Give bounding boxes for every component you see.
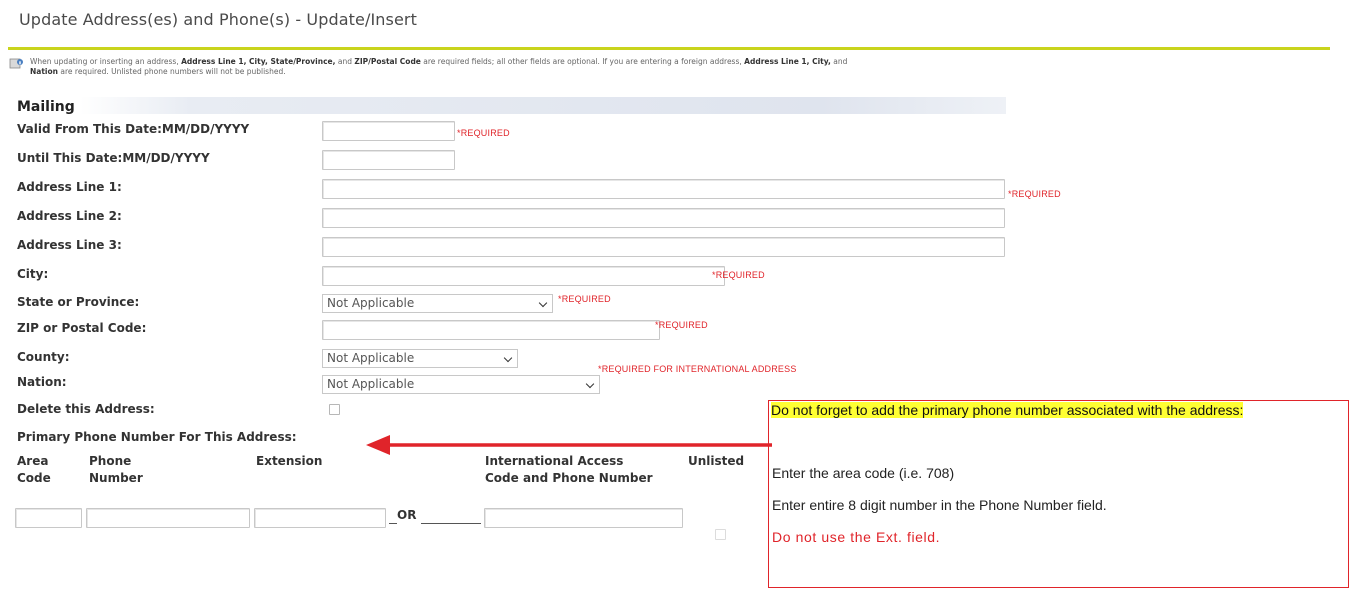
address-line-3-label: Address Line 3: (17, 238, 122, 252)
state-select[interactable]: Not Applicable (322, 294, 553, 313)
note-line: Enter the area code (i.e. 708) (772, 465, 955, 481)
area-code-header: Area Code (17, 454, 51, 485)
extension-input[interactable] (254, 508, 386, 528)
nation-select[interactable]: Not Applicable (322, 375, 600, 394)
primary-phone-label: Primary Phone Number For This Address: (17, 430, 297, 444)
chevron-down-icon (538, 298, 548, 308)
annotation-note: Do not forget to add the primary phone n… (768, 400, 1349, 588)
zip-label: ZIP or Postal Code: (17, 321, 147, 335)
required-note: *REQUIRED (558, 294, 611, 304)
delete-address-checkbox[interactable] (329, 404, 340, 415)
page-title: Update Address(es) and Phone(s) - Update… (19, 10, 417, 29)
required-note: *REQUIRED (655, 320, 708, 330)
county-label: County: (17, 350, 70, 364)
section-header-bar (80, 97, 1006, 114)
international-header: International Access Code and Phone Numb… (485, 454, 653, 485)
arrow-left-icon (366, 435, 772, 455)
international-phone-input[interactable] (484, 508, 683, 528)
valid-from-label: Valid From This Date:MM/DD/YYYY (17, 122, 250, 136)
or-label: OR (397, 508, 417, 522)
phone-number-input[interactable] (86, 508, 250, 528)
note-line: Enter entire 8 digit number in the Phone… (772, 497, 1107, 513)
section-title: Mailing (17, 99, 75, 115)
required-note: *REQUIRED (1008, 189, 1061, 199)
delete-address-label: Delete this Address: (17, 402, 155, 416)
info-text: When updating or inserting an address, A… (30, 57, 848, 76)
address-line-1-label: Address Line 1: (17, 180, 122, 194)
city-label: City: (17, 267, 49, 281)
required-note: *REQUIRED (712, 270, 765, 280)
info-icon (9, 58, 23, 69)
address-line-1-input[interactable] (322, 179, 1005, 199)
county-select[interactable]: Not Applicable (322, 349, 518, 368)
unlisted-checkbox[interactable] (715, 529, 726, 540)
city-input[interactable] (322, 266, 725, 286)
phone-number-header: Phone Number (89, 454, 143, 485)
chevron-down-icon (585, 379, 595, 389)
address-line-3-input[interactable] (322, 237, 1005, 257)
area-code-input[interactable] (15, 508, 82, 528)
chevron-down-icon (503, 353, 513, 363)
until-input[interactable] (322, 150, 455, 170)
address-line-2-input[interactable] (322, 208, 1005, 228)
zip-input[interactable] (322, 320, 660, 340)
required-international-note: *REQUIRED FOR INTERNATIONAL ADDRESS (598, 364, 797, 374)
note-highlight: Do not forget to add the primary phone n… (771, 402, 1244, 418)
nation-label: Nation: (17, 375, 67, 389)
title-divider (8, 47, 1330, 50)
until-label: Until This Date:MM/DD/YYYY (17, 151, 210, 165)
valid-from-input[interactable] (322, 121, 455, 141)
note-warning: Do not use the Ext. field. (772, 529, 941, 545)
required-note: *REQUIRED (457, 128, 510, 138)
or-divider (389, 523, 397, 524)
extension-header: Extension (256, 454, 323, 468)
address-line-2-label: Address Line 2: (17, 209, 122, 223)
or-divider (421, 523, 481, 524)
state-label: State or Province: (17, 295, 140, 309)
